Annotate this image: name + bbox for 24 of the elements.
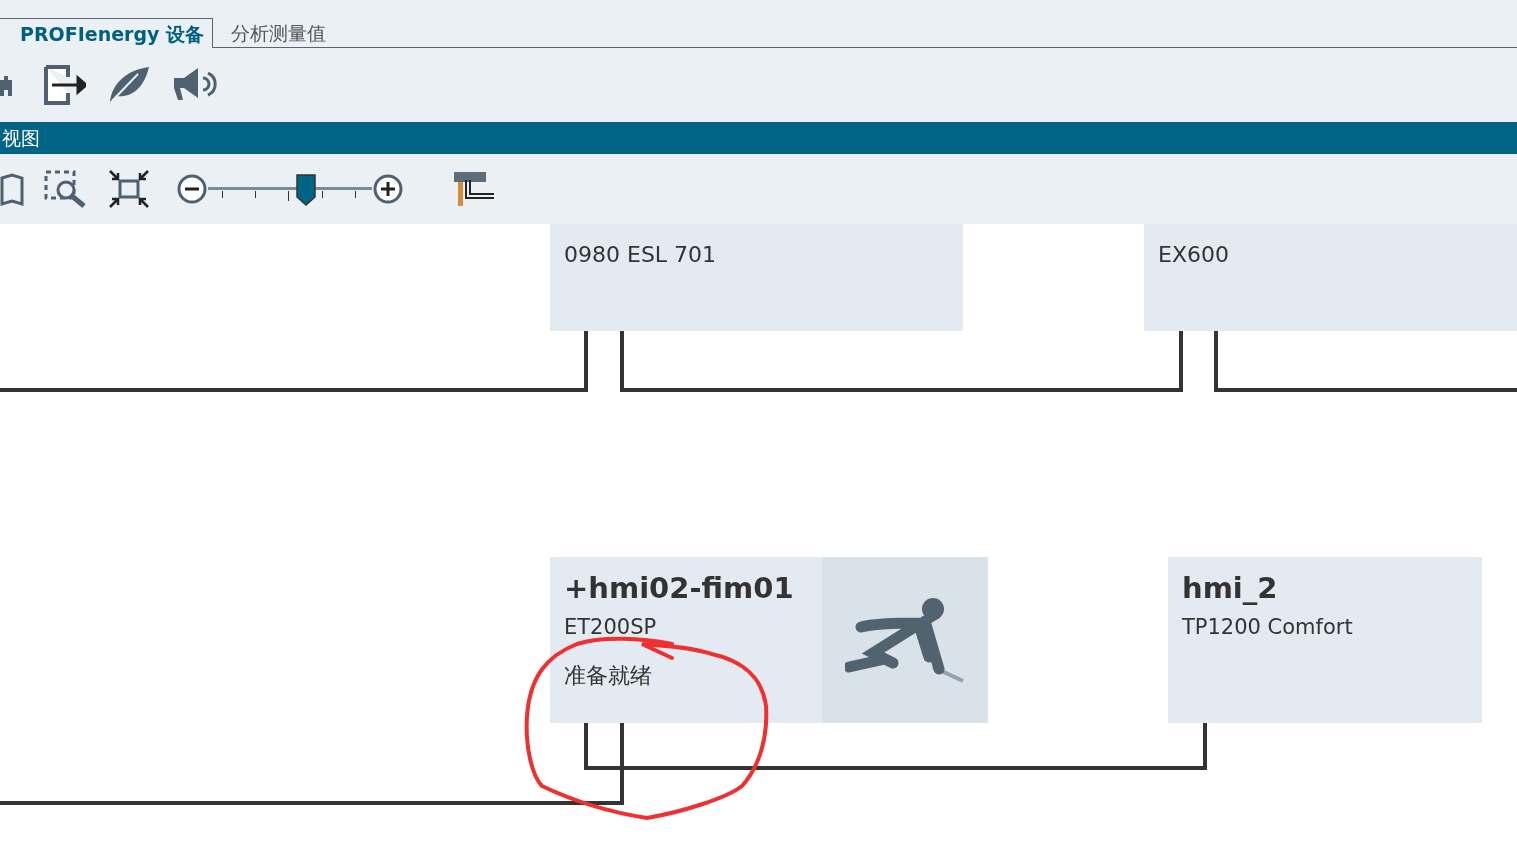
device-card[interactable]: +hmi02-fim01 ET200SP 准备就绪 — [550, 557, 988, 723]
slider-thumb[interactable] — [296, 174, 317, 206]
device-card[interactable]: EX600 — [1144, 224, 1517, 331]
device-label: EX600 — [1158, 242, 1229, 267]
zoom-in-icon[interactable] — [372, 173, 404, 205]
zoom-area-icon[interactable] — [44, 170, 88, 208]
tab[interactable]: PROFIenergy 设备 — [0, 18, 214, 48]
device-name: +hmi02-fim01 — [564, 571, 794, 605]
device-status: 准备就绪 — [564, 662, 652, 690]
crouching-figure-icon — [845, 597, 965, 683]
device-type: ET200SP — [564, 615, 657, 639]
leaf-icon[interactable] — [108, 66, 150, 104]
device-type: TP1200 Comfort — [1182, 615, 1353, 639]
export-icon[interactable] — [44, 65, 86, 105]
map-icon[interactable] — [0, 172, 24, 206]
fit-icon[interactable] — [108, 169, 150, 209]
network-view-icon[interactable] — [454, 172, 496, 206]
device-label: 0980 ESL 701 — [564, 242, 717, 267]
device-card[interactable]: hmi_2 TP1200 Comfort — [1168, 557, 1482, 723]
zoom-out-icon[interactable] — [176, 173, 208, 205]
zoom-slider[interactable] — [208, 171, 372, 207]
device-card[interactable]: 0980 ESL 701 — [550, 224, 963, 331]
panel-title: 视图 — [2, 127, 40, 149]
device-name: hmi_2 — [1182, 571, 1278, 605]
